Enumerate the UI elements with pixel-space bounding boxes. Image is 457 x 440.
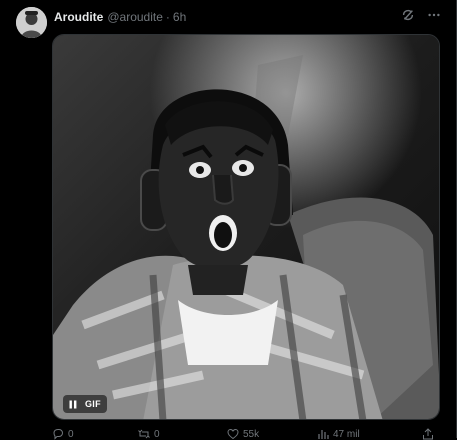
author-name[interactable]: Aroudite (54, 10, 103, 24)
heart-icon (227, 428, 239, 440)
more-icon[interactable] (427, 8, 441, 22)
views-icon (318, 430, 329, 439)
author-handle[interactable]: @aroudite (107, 10, 163, 24)
header-separator: · (165, 10, 170, 24)
tweet[interactable]: Aroudite @aroudite · 6h GIF 0 0 55k 47 m… (0, 0, 457, 440)
gif-controls[interactable]: GIF (63, 395, 107, 413)
share-icon (423, 428, 433, 440)
avatar-image (16, 7, 47, 38)
reply-button[interactable]: 0 (52, 428, 74, 440)
tweet-actions: 0 0 55k 47 mil (52, 428, 442, 440)
repost-icon (138, 429, 150, 439)
gif-badge: GIF (85, 399, 101, 409)
like-button[interactable]: 55k (227, 428, 259, 440)
reply-icon (53, 429, 64, 440)
tweet-timestamp[interactable]: 6h (173, 10, 186, 24)
tweet-media-gif[interactable]: GIF (52, 34, 440, 420)
share-button[interactable] (422, 428, 434, 440)
views-button[interactable]: 47 mil (317, 428, 360, 440)
tweet-header: Aroudite @aroudite · 6h (54, 8, 186, 26)
pause-icon[interactable] (69, 400, 77, 409)
header-actions (401, 8, 441, 22)
gif-frame (53, 35, 439, 419)
grok-icon[interactable] (401, 8, 415, 22)
avatar[interactable] (16, 7, 47, 38)
repost-button[interactable]: 0 (138, 428, 160, 440)
